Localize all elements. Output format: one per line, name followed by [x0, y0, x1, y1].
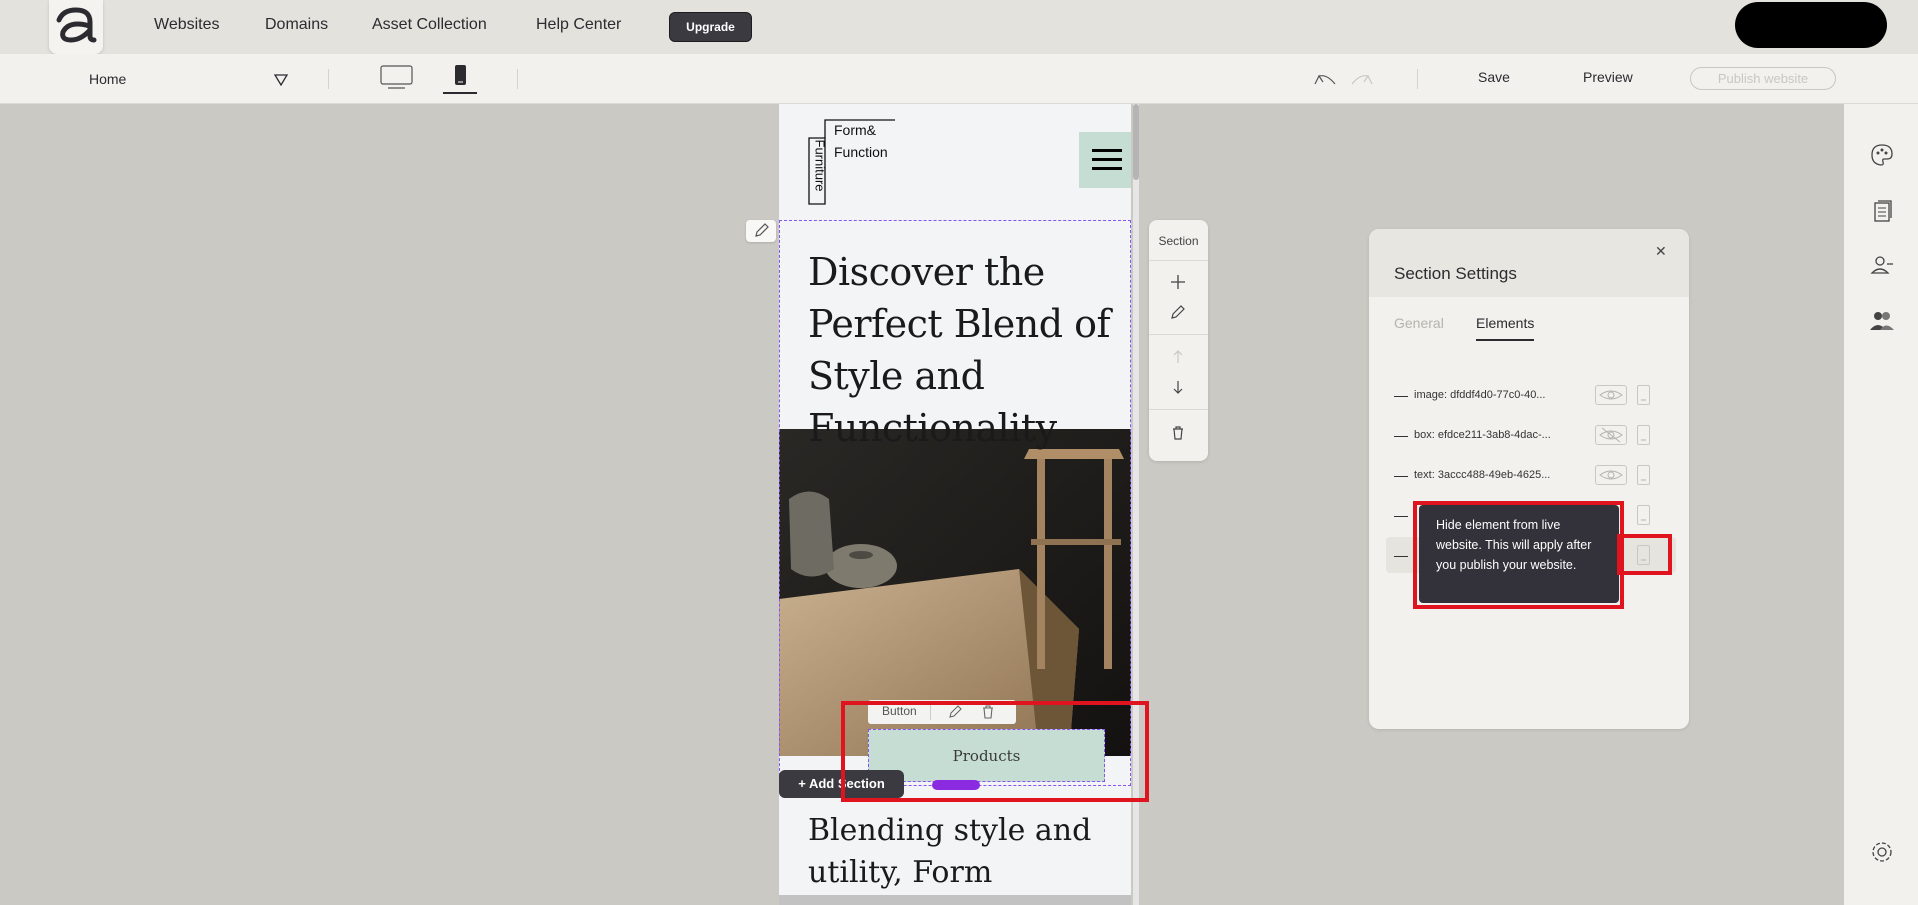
- pencil-icon[interactable]: [1169, 303, 1187, 321]
- mobile-icon: [1641, 479, 1646, 481]
- publish-website-button[interactable]: Publish website: [1690, 67, 1836, 90]
- chevron-down-icon[interactable]: [274, 74, 288, 86]
- settings-header: Section Settings ✕: [1369, 229, 1689, 297]
- app-logo[interactable]: [49, 0, 103, 54]
- team-icon[interactable]: [1869, 308, 1895, 334]
- element-row[interactable]: text: 3accc488-49eb-4625...: [1394, 467, 1674, 487]
- section-toolbar: Section: [1149, 220, 1208, 461]
- eye-off-icon: [1599, 427, 1623, 443]
- visibility-toggle[interactable]: [1595, 465, 1627, 485]
- mobile-visibility-toggle[interactable]: [1637, 505, 1650, 525]
- indent-dash: [1394, 556, 1408, 557]
- preview-button[interactable]: Preview: [1583, 69, 1633, 85]
- upgrade-button[interactable]: Upgrade: [669, 12, 752, 42]
- nav-asset-collection[interactable]: Asset Collection: [372, 16, 487, 34]
- close-icon[interactable]: ✕: [1655, 243, 1667, 260]
- mobile-visibility-toggle[interactable]: [1637, 385, 1650, 405]
- divider: [1417, 69, 1418, 89]
- mobile-icon: [1641, 439, 1646, 441]
- element-row[interactable]: image: dfddf4d0-77c0-40...: [1394, 387, 1674, 407]
- palette-icon[interactable]: [1869, 142, 1895, 168]
- nav-domains[interactable]: Domains: [265, 16, 328, 34]
- user-icon[interactable]: [1869, 252, 1895, 278]
- menu-icon-bar: [1092, 167, 1122, 170]
- plus-icon[interactable]: [1169, 273, 1187, 291]
- indent-dash: [1394, 476, 1408, 477]
- element-label: box: efdce211-3ab8-4dac-...: [1414, 429, 1551, 441]
- arrow-down-icon[interactable]: [1169, 378, 1187, 396]
- pages-icon[interactable]: [1869, 198, 1895, 224]
- brand-text-mid: Function: [834, 144, 888, 160]
- highlight-box: [1413, 501, 1624, 609]
- divider: [1149, 334, 1208, 335]
- canvas-bottom-bar: [779, 895, 1131, 905]
- mobile-icon: [1641, 399, 1646, 401]
- redo-icon[interactable]: [1350, 72, 1374, 86]
- indent-dash: [1394, 396, 1408, 397]
- divider: [517, 69, 518, 89]
- save-button[interactable]: Save: [1478, 69, 1510, 85]
- element-row[interactable]: box: efdce211-3ab8-4dac-...: [1394, 427, 1674, 447]
- element-label: image: dfddf4d0-77c0-40...: [1414, 389, 1546, 401]
- nav-websites[interactable]: Websites: [154, 16, 220, 34]
- mobile-visibility-toggle[interactable]: [1637, 425, 1650, 445]
- scrollbar-thumb[interactable]: [1133, 104, 1139, 180]
- menu-icon-bar: [1092, 158, 1122, 161]
- tab-elements[interactable]: Elements: [1476, 315, 1535, 341]
- right-rail: [1844, 104, 1918, 905]
- undo-icon[interactable]: [1313, 72, 1337, 86]
- section-heading[interactable]: Blending style and utility, Form: [808, 810, 1118, 894]
- mobile-view-tab[interactable]: [443, 62, 477, 94]
- brand-text-side: Furniture: [812, 139, 828, 192]
- desktop-view-icon[interactable]: [380, 64, 413, 90]
- nav-help-center[interactable]: Help Center: [536, 16, 621, 34]
- menu-button[interactable]: [1079, 132, 1131, 188]
- mobile-visibility-toggle[interactable]: [1637, 465, 1650, 485]
- visibility-toggle[interactable]: [1595, 425, 1627, 445]
- indent-dash: [1394, 516, 1408, 517]
- gear-icon[interactable]: [1869, 839, 1895, 865]
- pencil-icon: [755, 223, 769, 237]
- tab-general[interactable]: General: [1394, 315, 1444, 331]
- brand-logo[interactable]: Form& Function Furniture: [807, 118, 899, 206]
- page-select[interactable]: Home: [89, 71, 126, 87]
- divider: [328, 69, 329, 89]
- eye-icon: [1599, 470, 1623, 480]
- trash-icon[interactable]: [1169, 424, 1187, 442]
- eye-icon: [1599, 390, 1623, 400]
- section-settings-panel: Section Settings ✕ General Elements imag…: [1369, 229, 1689, 729]
- section-toolbar-title: Section: [1158, 234, 1199, 248]
- editor-toolbar: Home Save Preview Publish website: [0, 54, 1918, 104]
- logo-icon: [56, 7, 97, 43]
- divider: [1149, 260, 1208, 261]
- edit-section-button[interactable]: [746, 220, 776, 242]
- element-label: text: 3accc488-49eb-4625...: [1414, 469, 1551, 481]
- mobile-view-icon: [455, 65, 466, 85]
- top-nav: Websites Domains Asset Collection Help C…: [0, 0, 1918, 54]
- brand-text-top: Form&: [834, 122, 876, 138]
- highlight-box: [1617, 534, 1672, 575]
- menu-icon-bar: [1092, 149, 1122, 152]
- mobile-icon: [1641, 519, 1646, 521]
- highlight-box: [841, 701, 1149, 802]
- settings-title: Section Settings: [1394, 264, 1517, 283]
- visibility-toggle[interactable]: [1595, 385, 1627, 405]
- arrow-up-icon[interactable]: [1169, 348, 1187, 366]
- indent-dash: [1394, 436, 1408, 437]
- account-avatar[interactable]: [1735, 2, 1887, 48]
- divider: [1149, 409, 1208, 410]
